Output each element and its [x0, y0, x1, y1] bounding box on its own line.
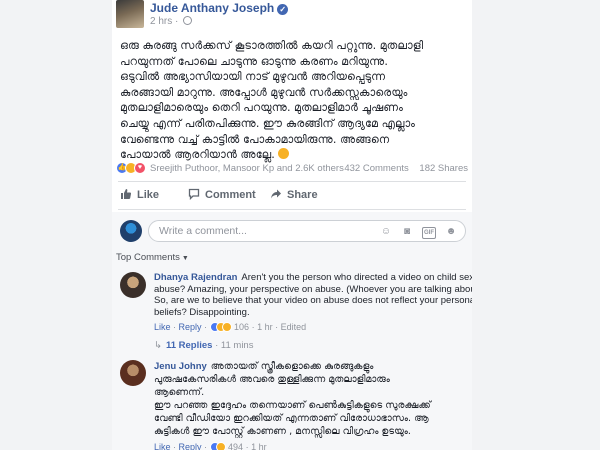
post-line: ചെയ്യു എന്ന് പരിതപിക്കുന്നു. ഈ കുരങ്ങിന്… [120, 116, 415, 130]
verified-badge-icon: ✓ [277, 4, 289, 15]
divider [118, 181, 466, 182]
comment-reaction-count[interactable]: 494 [228, 442, 243, 450]
haha-reaction-icon [215, 442, 226, 450]
comment-line: Dhanya Rajendran Aren't you the person wh… [154, 272, 472, 284]
comment-time[interactable]: 1 hr [251, 442, 267, 450]
comment-text: വേണ്ടി വീഡിയോ ഇറക്കിയത് എന്നതാണ് വിരോധാഭ… [154, 413, 429, 424]
comment-icon [188, 188, 200, 200]
replies-time: 11 mins [220, 339, 254, 351]
divider [118, 209, 466, 210]
comment-label: Comment [205, 189, 256, 201]
share-label: Share [287, 189, 318, 201]
comments-count[interactable]: 432 Comments [344, 163, 408, 174]
post-line: വേണ്ടെന്നു വച്ച് കാട്ടിൽ പോകാമായിരുന്നു.… [120, 132, 390, 146]
post-line: പറയുന്നത് പോലെ ചാടുന്നു ഓടുന്നു കരണം മറി… [120, 54, 388, 68]
love-reaction-icon[interactable]: ♥ [134, 162, 146, 174]
commenter-name[interactable]: Dhanya Rajendran [154, 272, 237, 283]
comment-body: Dhanya Rajendran Aren't you the person wh… [154, 272, 472, 352]
comment-composer: Write a comment... ☺ ◙ GIF ☻ [120, 218, 466, 244]
like-label: Like [137, 189, 160, 201]
comment-meta: Like · Reply · 106 · 1 hr · Edited [154, 322, 307, 332]
view-replies[interactable]: ↳ 11 Replies · 11 mins [154, 340, 466, 352]
comment-text: കുട്ടികൾ ഈ പോസ്റ്റ് കാണണ , മനസ്സിലെ വിഗ്… [154, 426, 411, 437]
post-line: മുതലാളിമാരെയും തെറി പറയുന്നു. മുതലാളിമാർ… [120, 101, 403, 115]
post-actions: Like Comment Share [112, 186, 472, 206]
emoji-icon[interactable]: ☺ [380, 226, 392, 238]
post-line: ഒരു കുരങ്ങു സർക്കസ് കൂടാരത്തിൽ കയറി പറ്റ… [120, 39, 424, 52]
commenter-avatar[interactable] [120, 360, 146, 386]
globe-icon [183, 16, 193, 25]
commenter-name[interactable]: Jenu Johny [154, 361, 207, 372]
comment-reaction-count[interactable]: 106 [234, 322, 249, 332]
comment-text: പുരുഷകേസരികൾ അവരെ തുള്ളിക്കുന്ന മുതലാളിമ… [154, 374, 390, 385]
comment-text: Aren't you the person who directed a vid… [241, 272, 472, 283]
reply-arrow-icon: ↳ [154, 339, 162, 351]
sticker-icon[interactable]: ☻ [445, 226, 457, 238]
reaction-summary: 👍 ♥ Sreejith Puthoor, Mansoor Kp and 2.6… [116, 162, 468, 176]
comment-like-link[interactable]: Like [154, 442, 171, 450]
comment-like-link[interactable]: Like [154, 322, 171, 332]
like-button[interactable]: Like [120, 188, 159, 201]
comment-sort-label: Top Comments [116, 252, 180, 263]
post-last-line: പോയാൽ ആരറിയാൻ അല്ലേ. [120, 147, 468, 163]
post-line: പോയാൽ ആരറിയാൻ അല്ലേ. [120, 148, 275, 162]
comment-sort-dropdown[interactable]: Top Comments ▼ [116, 252, 189, 263]
comment-time[interactable]: 1 hr [257, 322, 273, 332]
composer-icons: ☺ ◙ GIF ☻ [371, 225, 457, 239]
comment-body: Jenu Johny അതായത് സ്ത്രീകളൊക്കെ കുരങ്ങുകള… [154, 360, 466, 450]
comment-text: ആണെന്ന്. [154, 387, 205, 398]
comment-reply-link[interactable]: Reply [179, 322, 202, 332]
comment-text: abuse? Amazing, your perspective on abus… [154, 283, 472, 295]
author-avatar[interactable] [116, 0, 144, 28]
post-line: കുരങ്ങായി മാറുന്നു. അപ്പോൾ മുഴുവൻ സർക്കസ… [120, 85, 408, 99]
author-name-row: Jude Anthany Joseph ✓ [150, 1, 289, 15]
share-arrow-icon [271, 189, 281, 199]
replies-count[interactable]: 11 Replies [166, 340, 212, 351]
engagement-counts: 432 Comments 182 Shares [336, 163, 468, 174]
left-gutter [0, 0, 112, 450]
sad-reaction-icon [221, 322, 232, 332]
comment-text: അതായത് സ്ത്രീകളൊക്കെ കുരങ്ങുകളും [210, 361, 374, 372]
comment-meta: Like · Reply · 494 · 1 hr [154, 442, 267, 450]
commenter-avatar[interactable] [120, 272, 146, 298]
viewer-avatar[interactable] [120, 220, 142, 242]
chevron-down-icon: ▼ [181, 255, 189, 262]
comment-line: Jenu Johny അതായത് സ്ത്രീകളൊക്കെ കുരങ്ങുകള… [154, 360, 466, 373]
laughing-emoji-icon [277, 148, 289, 160]
comment-reply-link[interactable]: Reply [179, 442, 202, 450]
author-name[interactable]: Jude Anthany Joseph [150, 1, 274, 15]
facebook-post: Jude Anthany Joseph ✓ 2 hrs · ഒരു കുരങ്ങു… [112, 0, 472, 450]
right-gutter [472, 0, 600, 450]
screenshot-frame: Jude Anthany Joseph ✓ 2 hrs · ഒരു കുരങ്ങു… [0, 0, 600, 450]
camera-icon[interactable]: ◙ [401, 226, 413, 238]
comment-placeholder: Write a comment... [159, 225, 247, 237]
post-body: ഒരു കുരങ്ങു സർക്കസ് കൂടാരത്തിൽ കയറി പറ്റ… [120, 38, 468, 163]
comment-button[interactable]: Comment [188, 188, 256, 201]
post-time[interactable]: 2 hrs [150, 16, 172, 27]
reactors-text[interactable]: Sreejith Puthoor, Mansoor Kp and 2.6K ot… [150, 163, 344, 174]
post-header: Jude Anthany Joseph ✓ 2 hrs · [112, 0, 472, 30]
comment-text: beliefs? Disappointing. [154, 306, 250, 318]
shares-count[interactable]: 182 Shares [419, 163, 468, 174]
post-meta: 2 hrs · [150, 16, 193, 27]
comment-edited[interactable]: Edited [281, 322, 307, 332]
thumbs-up-icon [121, 189, 132, 199]
comment-text: ഈ പറഞ്ഞ ഇദ്ദേഹം തന്നെയാണ് പെൺകുട്ടികളുടെ… [154, 400, 431, 411]
comment-input[interactable]: Write a comment... ☺ ◙ GIF ☻ [148, 220, 466, 242]
comment-text: So, are we to believe that your video on… [154, 295, 472, 306]
gif-icon[interactable]: GIF [422, 227, 436, 239]
post-line: ഒടുവിൽ അഭ്യാസിയായി നാട് മുഴുവൻ അറിയപ്പെട… [120, 70, 386, 84]
share-button[interactable]: Share [270, 188, 318, 201]
